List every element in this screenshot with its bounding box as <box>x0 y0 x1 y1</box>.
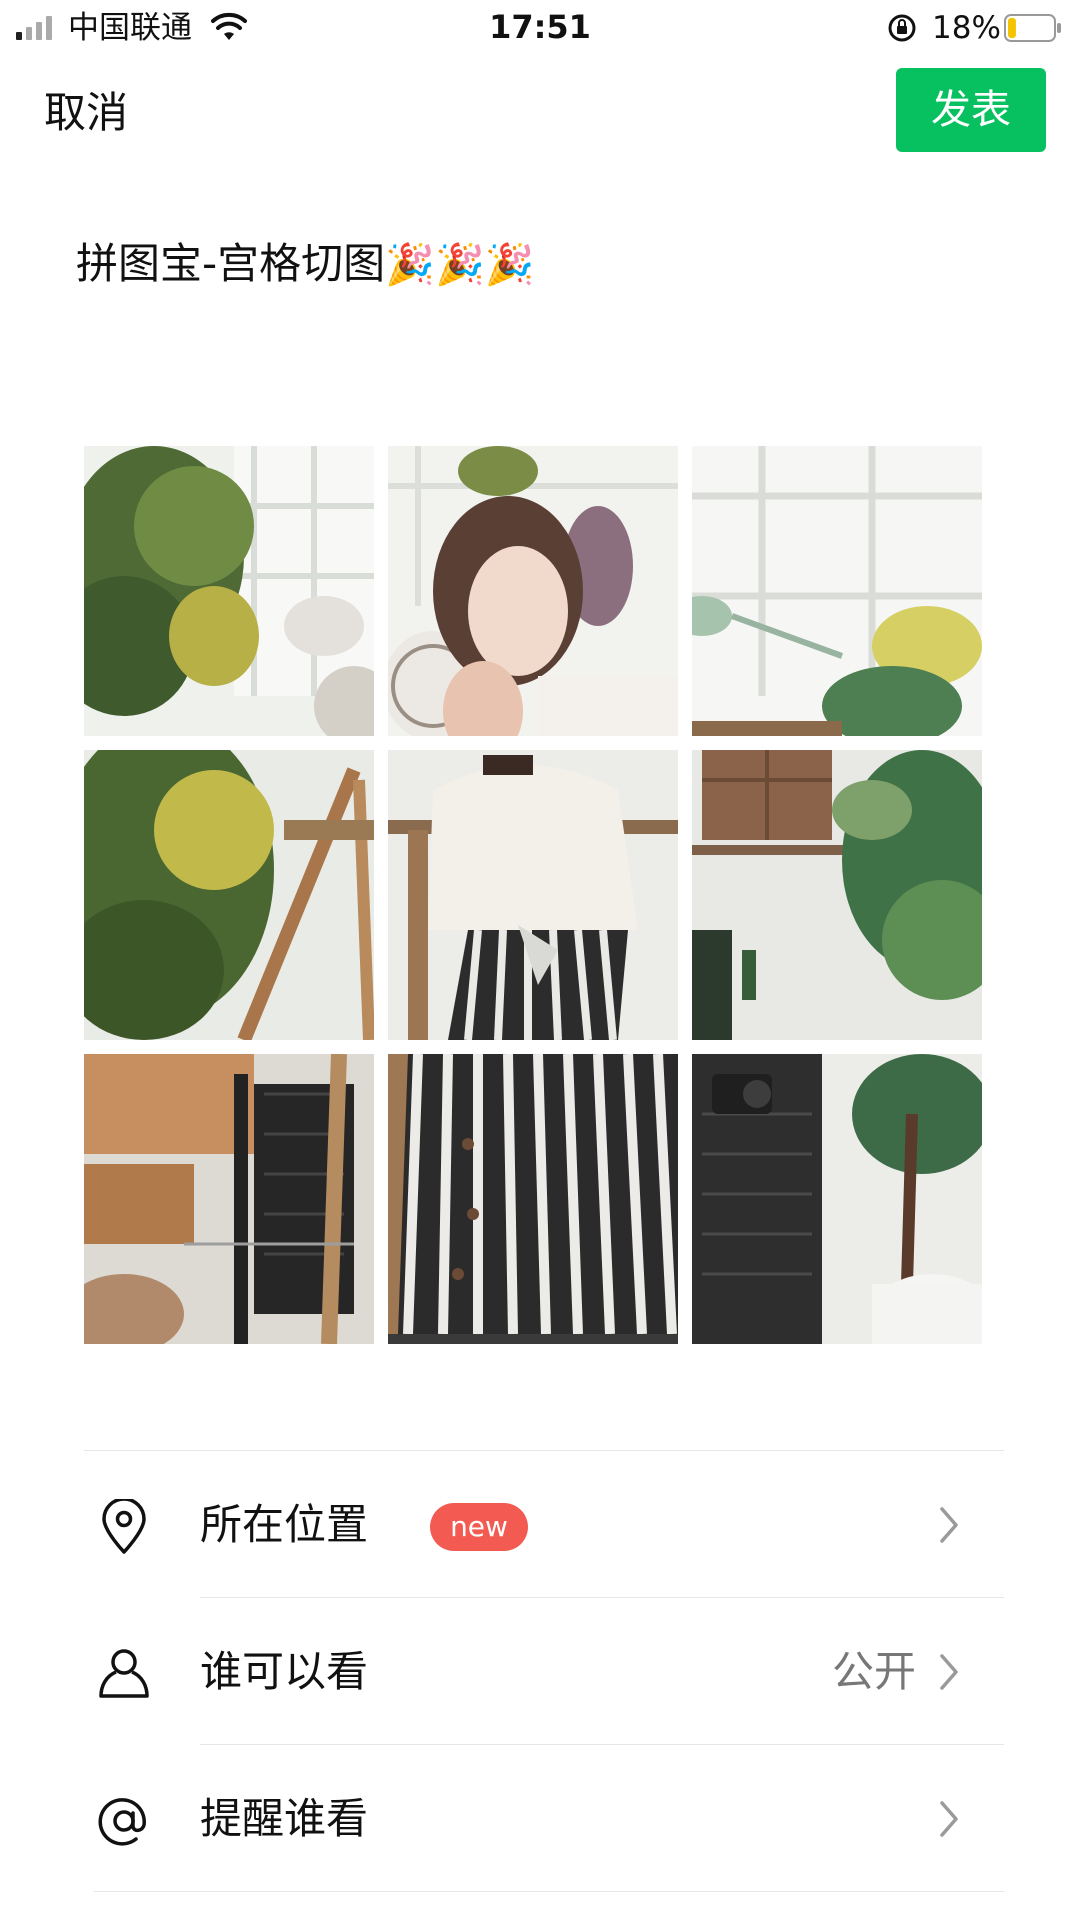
mention-row[interactable]: 提醒谁看 <box>84 1745 1004 1891</box>
photo-tile[interactable] <box>84 750 374 1040</box>
location-pin-icon <box>102 1499 146 1554</box>
visibility-value: 公开 <box>831 1647 916 1696</box>
battery-percent: 18% <box>932 10 1001 46</box>
at-sign-icon <box>98 1798 146 1846</box>
chevron-right-icon <box>940 1507 958 1543</box>
photo-grid <box>84 446 982 1344</box>
compose-moment-screen: 中国联通 17:51 18% 取消 发表 拼图宝-宫格切图🎉🎉🎉 所在位置 ne… <box>0 0 1080 1920</box>
list-bottom-divider <box>94 1891 1004 1892</box>
rotation-lock-icon <box>888 14 916 42</box>
new-badge: new <box>430 1503 528 1551</box>
photo-tile[interactable] <box>692 1054 982 1344</box>
battery-icon <box>1004 14 1061 42</box>
cancel-button[interactable]: 取消 <box>44 86 128 140</box>
photo-tile[interactable] <box>692 446 982 736</box>
chevron-right-icon <box>940 1654 958 1690</box>
post-text-input[interactable]: 拼图宝-宫格切图🎉🎉🎉 <box>76 236 535 293</box>
person-icon <box>99 1649 149 1698</box>
photo-tile[interactable] <box>84 446 374 736</box>
location-label: 所在位置 <box>200 1500 369 1549</box>
photo-tile[interactable] <box>388 1054 678 1344</box>
post-caption: 拼图宝-宫格切图 <box>76 239 386 288</box>
status-bar: 中国联通 17:51 18% <box>0 0 1080 56</box>
photo-tile[interactable] <box>388 446 678 736</box>
chevron-right-icon <box>940 1801 958 1837</box>
publish-button[interactable]: 发表 <box>896 68 1046 152</box>
mention-label: 提醒谁看 <box>200 1794 369 1843</box>
visibility-row[interactable]: 谁可以看 公开 <box>84 1598 1004 1744</box>
party-popper-emoji: 🎉🎉🎉 <box>385 242 535 288</box>
photo-tile[interactable] <box>692 750 982 1040</box>
location-row[interactable]: 所在位置 new <box>84 1451 1004 1597</box>
photo-tile[interactable] <box>84 1054 374 1344</box>
visibility-label: 谁可以看 <box>200 1647 369 1696</box>
status-time: 17:51 <box>489 8 591 46</box>
photo-tile[interactable] <box>388 750 678 1040</box>
